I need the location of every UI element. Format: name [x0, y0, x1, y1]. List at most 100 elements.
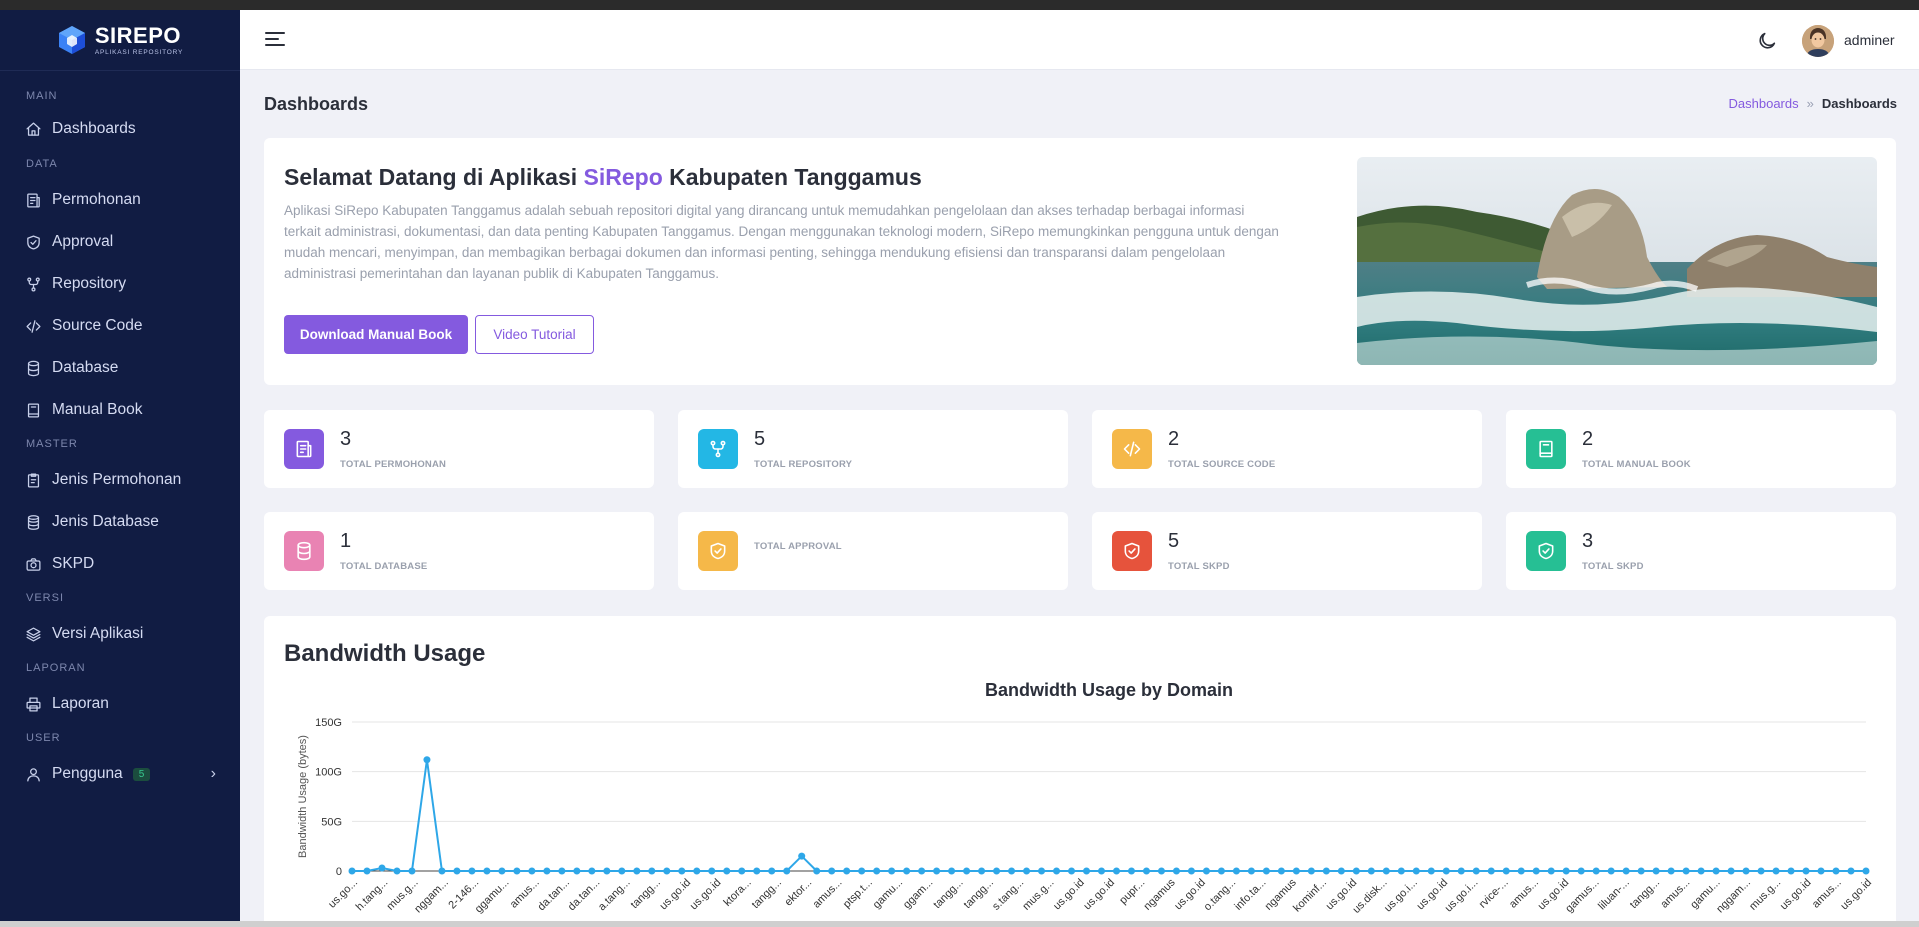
sidebar-item-permohonan[interactable]: Permohonan	[0, 179, 240, 221]
data-point	[543, 867, 551, 875]
brand[interactable]: SIREPO APLIKASI REPOSITORY	[0, 10, 240, 71]
data-point	[1472, 867, 1480, 875]
data-point	[1247, 867, 1255, 875]
download-manual-book-button[interactable]: Download Manual Book	[284, 315, 468, 354]
x-tick-label: us.go.id	[1838, 877, 1874, 913]
sidebar: SIREPO APLIKASI REPOSITORY MAIN Dashboar…	[0, 10, 240, 921]
stat-value: 5	[1168, 530, 1180, 552]
sidebar-item-pengguna[interactable]: Pengguna 5 ›	[0, 753, 240, 795]
stat-card-total-database[interactable]: 1 TOTAL DATABASE	[264, 512, 654, 590]
data-point	[1142, 867, 1150, 875]
x-tick-label: da.tan...	[566, 877, 603, 914]
data-point	[1412, 867, 1420, 875]
data-point	[1053, 867, 1061, 875]
section-main: MAIN	[26, 90, 58, 102]
section-user: USER	[26, 732, 61, 744]
top-header: adminer	[240, 10, 1919, 70]
dark-mode-toggle-icon[interactable]	[1756, 30, 1778, 52]
section-master: MASTER	[26, 438, 78, 450]
data-point	[1442, 867, 1450, 875]
data-point	[618, 867, 626, 875]
sidebar-item-laporan[interactable]: Laporan	[0, 683, 240, 725]
stat-card-total-skpd-2[interactable]: 3 TOTAL SKPD	[1506, 512, 1896, 590]
stat-label: TOTAL MANUAL BOOK	[1582, 459, 1691, 470]
sidebar-item-dashboards[interactable]: Dashboards	[0, 108, 240, 150]
sidebar-item-repository[interactable]: Repository	[0, 263, 240, 305]
window-top-strip	[0, 0, 1919, 10]
x-tick-label: us.go.id	[1778, 877, 1814, 913]
y-tick-label: 150G	[315, 717, 342, 729]
book-icon	[1526, 429, 1566, 469]
stat-card-total-permohonan[interactable]: 3 TOTAL PERMOHONAN	[264, 410, 654, 488]
data-point	[933, 867, 941, 875]
page-title: Dashboards	[264, 94, 369, 114]
stat-card-total-source-code[interactable]: 2 TOTAL SOURCE CODE	[1092, 410, 1482, 488]
pengguna-count-badge: 5	[132, 767, 151, 781]
shield-check-icon	[698, 531, 738, 571]
menu-toggle-icon[interactable]	[265, 32, 285, 48]
data-point	[1757, 867, 1765, 875]
welcome-title-accent: SiRepo	[583, 164, 663, 190]
sidebar-item-jenis-database[interactable]: Jenis Database	[0, 501, 240, 543]
sidebar-item-label: Manual Book	[52, 401, 143, 418]
sidebar-item-versi-aplikasi[interactable]: Versi Aplikasi	[0, 613, 240, 655]
git-fork-icon	[24, 275, 42, 293]
stat-label: TOTAL APPROVAL	[754, 541, 842, 552]
x-tick-label: gamu...	[871, 877, 905, 911]
sidebar-item-source-code[interactable]: Source Code	[0, 305, 240, 347]
stat-card-total-manual-book[interactable]: 2 TOTAL MANUAL BOOK	[1506, 410, 1896, 488]
sidebar-item-label: Jenis Database	[52, 513, 159, 530]
x-tick-label: us.go.i...	[1443, 877, 1481, 915]
data-point	[1607, 867, 1615, 875]
sidebar-item-label: Dashboards	[52, 120, 136, 137]
data-point	[1592, 867, 1600, 875]
breadcrumb-link[interactable]: Dashboards	[1729, 96, 1799, 111]
data-point	[1652, 867, 1660, 875]
data-point	[1157, 867, 1165, 875]
git-fork-icon	[698, 429, 738, 469]
data-point	[1847, 867, 1855, 875]
sidebar-item-manual-book[interactable]: Manual Book	[0, 389, 240, 431]
data-point	[648, 867, 656, 875]
data-point	[1802, 867, 1810, 875]
data-point	[783, 867, 791, 875]
stat-card-total-skpd[interactable]: 5 TOTAL SKPD	[1092, 512, 1482, 590]
data-point	[1337, 867, 1345, 875]
data-point	[858, 867, 866, 875]
sidebar-item-database[interactable]: Database	[0, 347, 240, 389]
stat-value: 1	[340, 530, 352, 552]
x-tick-label: nggam...	[1714, 877, 1753, 916]
stat-label: TOTAL SOURCE CODE	[1168, 459, 1276, 470]
stat-card-total-repository[interactable]: 5 TOTAL REPOSITORY	[678, 410, 1068, 488]
sidebar-item-approval[interactable]: Approval	[0, 221, 240, 263]
stat-card-total-approval[interactable]: TOTAL APPROVAL	[678, 512, 1068, 590]
data-point	[363, 867, 371, 875]
x-tick-label: o.tang...	[1202, 877, 1239, 914]
data-point	[1262, 867, 1270, 875]
data-point	[603, 867, 611, 875]
sirepo-logo-icon	[58, 26, 85, 54]
x-tick-label: s.tang...	[990, 877, 1026, 913]
welcome-title: Selamat Datang di Aplikasi SiRepo Kabupa…	[284, 164, 922, 191]
sidebar-item-jenis-permohonan[interactable]: Jenis Permohonan	[0, 459, 240, 501]
stat-value: 3	[340, 428, 352, 450]
chevron-right-icon: ›	[210, 765, 216, 782]
data-point	[498, 867, 506, 875]
x-tick-label: amus...	[1658, 877, 1692, 911]
x-tick-label: ngamus	[1142, 876, 1179, 913]
sidebar-item-skpd[interactable]: SKPD	[0, 543, 240, 585]
avatar[interactable]	[1802, 25, 1834, 57]
data-point	[1532, 867, 1540, 875]
data-point	[1008, 867, 1016, 875]
y-tick-label: 0	[336, 866, 342, 878]
username[interactable]: adminer	[1844, 32, 1895, 48]
x-tick-label: a.tang...	[596, 877, 633, 914]
sidebar-item-label: Jenis Permohonan	[52, 471, 182, 488]
video-tutorial-button[interactable]: Video Tutorial	[475, 315, 594, 354]
data-point	[1322, 867, 1330, 875]
data-point	[693, 867, 701, 875]
data-point	[888, 867, 896, 875]
x-tick-label: amus...	[811, 877, 845, 911]
data-point	[1547, 867, 1555, 875]
x-tick-label: ggam...	[901, 877, 935, 911]
